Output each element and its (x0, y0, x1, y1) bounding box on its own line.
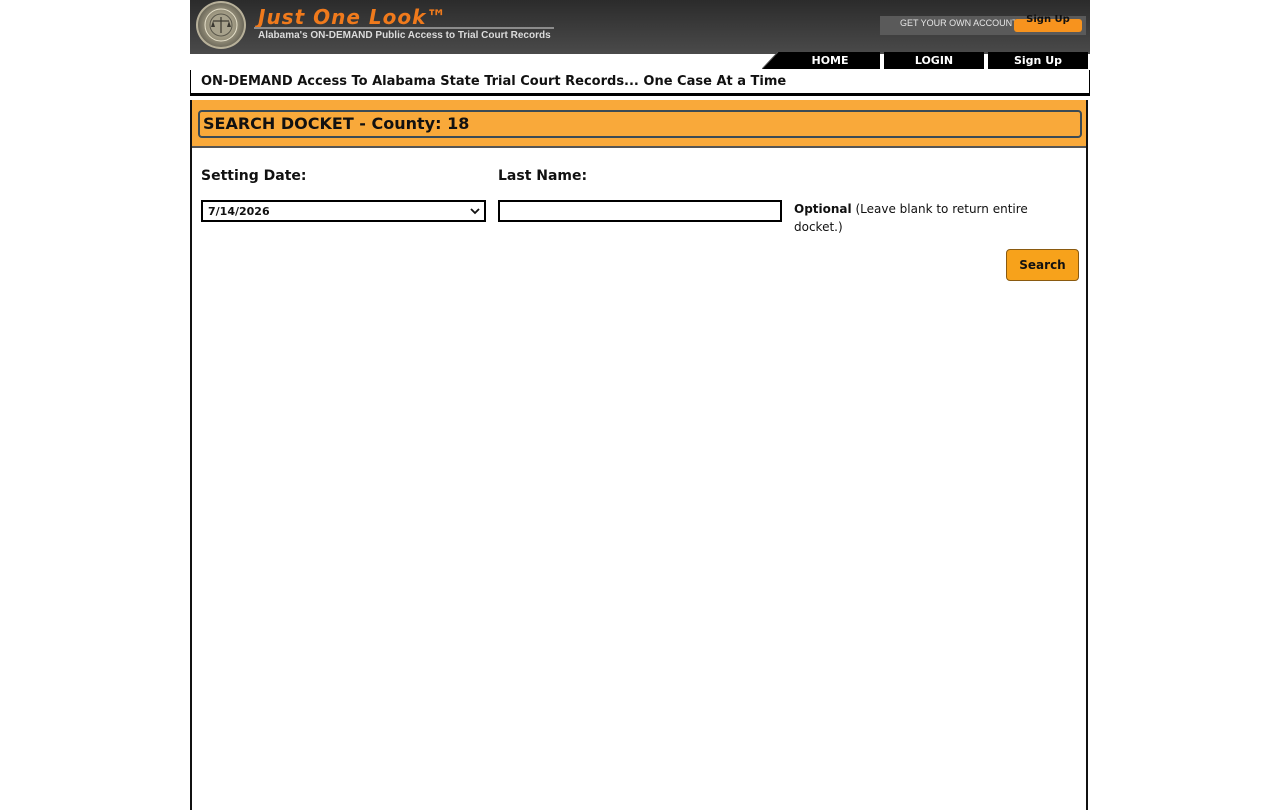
search-banner: SEARCH DOCKET - County: 18 (192, 100, 1086, 148)
account-label: GET YOUR OWN ACCOUNT (900, 18, 1018, 28)
nav-sign-up[interactable]: Sign Up (988, 52, 1088, 69)
search-panel: SEARCH DOCKET - County: 18 Setting Date:… (190, 100, 1088, 810)
optional-note-bold: Optional (794, 202, 852, 216)
setting-date-select[interactable]: 7/14/2026 (201, 200, 486, 222)
setting-date-value: 7/14/2026 (208, 205, 270, 218)
last-name-label: Last Name: (498, 168, 588, 184)
tagline-bar: ON-DEMAND Access To Alabama State Trial … (190, 70, 1090, 96)
nav-home[interactable]: HOME (780, 52, 880, 69)
account-promo: GET YOUR OWN ACCOUNT Sign Up (880, 14, 1086, 35)
optional-note: Optional (Leave blank to return entire d… (794, 200, 1074, 236)
tagline: ON-DEMAND Access To Alabama State Trial … (201, 74, 787, 89)
brand-subtitle: Alabama's ON-DEMAND Public Access to Tri… (258, 30, 551, 41)
search-banner-frame: SEARCH DOCKET - County: 18 (198, 110, 1082, 138)
setting-date-label: Setting Date: (201, 168, 307, 184)
header-sign-up-label: Sign Up (1026, 14, 1070, 25)
search-title: SEARCH DOCKET - County: 18 (203, 114, 470, 133)
brand-divider (254, 27, 554, 29)
court-seal-logo (196, 1, 246, 49)
site-header: Just One Look™ Alabama's ON-DEMAND Publi… (190, 0, 1090, 54)
brand-title: Just One Look™ (258, 5, 448, 29)
chevron-down-icon (470, 208, 480, 215)
nav-slant-decoration (762, 51, 782, 69)
last-name-input[interactable] (498, 200, 782, 222)
nav-login[interactable]: LOGIN (884, 52, 984, 69)
header-sign-up-button[interactable]: Sign Up (1014, 14, 1082, 32)
page: Just One Look™ Alabama's ON-DEMAND Publi… (190, 0, 1090, 810)
search-button[interactable]: Search (1006, 249, 1079, 281)
